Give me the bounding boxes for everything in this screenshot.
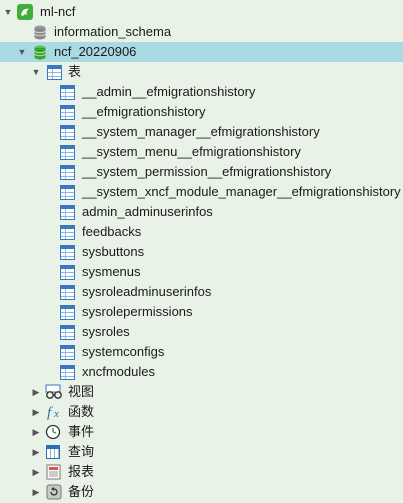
table-icon <box>60 145 75 160</box>
tree-node-connection[interactable]: ▼ ml-ncf <box>0 2 403 22</box>
folder-label: 视图 <box>68 384 95 399</box>
table-row[interactable]: __efmigrationshistory <box>0 102 403 122</box>
table-name: systemconfigs <box>82 344 165 359</box>
table-row[interactable]: xncfmodules <box>0 362 403 382</box>
folder-label: 查询 <box>68 444 95 459</box>
table-row[interactable]: __system_permission__efmigrationshistory <box>0 162 403 182</box>
table-row[interactable]: __system_menu__efmigrationshistory <box>0 142 403 162</box>
svg-text:x: x <box>53 408 59 420</box>
table-name: __system_menu__efmigrationshistory <box>82 144 301 159</box>
chevron-right-icon[interactable]: ▶ <box>31 427 41 437</box>
tree-node-database[interactable]: information_schema <box>0 22 403 42</box>
chevron-down-icon[interactable]: ▼ <box>3 7 13 17</box>
chevron-right-icon[interactable]: ▶ <box>31 407 41 417</box>
table-name: sysroles <box>82 324 130 339</box>
table-name: __system_manager__efmigrationshistory <box>82 124 320 139</box>
chevron-right-icon[interactable]: ▶ <box>31 447 41 457</box>
folder-label: 报表 <box>68 464 95 479</box>
query-grid-icon <box>46 445 60 459</box>
database-label: information_schema <box>54 24 172 39</box>
table-name: __system_xncf_module_manager__efmigratio… <box>82 184 401 199</box>
tree-node-functions-folder[interactable]: ▶ fx 函数 <box>0 402 403 422</box>
table-icon <box>60 345 75 360</box>
table-icon <box>60 205 75 220</box>
report-icon <box>46 464 62 480</box>
database-green-icon <box>34 45 46 60</box>
table-icon <box>60 285 75 300</box>
chevron-right-icon[interactable]: ▶ <box>31 467 41 477</box>
table-icon <box>60 305 75 320</box>
table-icon <box>47 65 62 80</box>
table-icon <box>60 265 75 280</box>
table-row[interactable]: __system_xncf_module_manager__efmigratio… <box>0 182 403 202</box>
table-name: feedbacks <box>82 224 142 239</box>
tree-node-views-folder[interactable]: ▶ 视图 <box>0 382 403 402</box>
table-row[interactable]: __system_manager__efmigrationshistory <box>0 122 403 142</box>
table-name: sysroleadminuserinfos <box>82 284 212 299</box>
event-clock-icon <box>45 424 61 440</box>
table-icon <box>60 325 75 340</box>
table-row[interactable]: admin_adminuserinfos <box>0 202 403 222</box>
chevron-right-icon[interactable]: ▶ <box>31 487 41 497</box>
folder-label: 事件 <box>68 424 95 439</box>
table-icon <box>60 245 75 260</box>
table-name: xncfmodules <box>82 364 155 379</box>
chevron-right-icon[interactable]: ▶ <box>31 387 41 397</box>
table-row[interactable]: systemconfigs <box>0 342 403 362</box>
tree-node-database-selected[interactable]: ▼ ncf_20220906 <box>0 42 403 62</box>
table-row[interactable]: sysbuttons <box>0 242 403 262</box>
table-icon <box>60 165 75 180</box>
table-name: sysrolepermissions <box>82 304 193 319</box>
table-name: __efmigrationshistory <box>82 104 206 119</box>
database-gray-icon <box>34 25 46 40</box>
svg-text:f: f <box>47 405 53 420</box>
folder-label: 表 <box>68 64 82 79</box>
table-row[interactable]: sysmenus <box>0 262 403 282</box>
chevron-down-icon[interactable]: ▼ <box>17 47 27 57</box>
table-name: __admin__efmigrationshistory <box>82 84 256 99</box>
tree-node-events-folder[interactable]: ▶ 事件 <box>0 422 403 442</box>
table-icon <box>60 185 75 200</box>
table-row[interactable]: __admin__efmigrationshistory <box>0 82 403 102</box>
table-name: sysbuttons <box>82 244 145 259</box>
table-icon <box>60 225 75 240</box>
object-tree: ▼ ml-ncf information_schema ▼ ncf_202209… <box>0 0 403 502</box>
table-icon <box>60 85 75 100</box>
table-name: sysmenus <box>82 264 141 279</box>
view-glasses-icon <box>45 384 62 400</box>
tree-node-queries-folder[interactable]: ▶ 查询 <box>0 442 403 462</box>
table-name: admin_adminuserinfos <box>82 204 213 219</box>
table-name: __system_permission__efmigrationshistory <box>82 164 332 179</box>
chevron-down-icon[interactable]: ▼ <box>31 67 41 77</box>
tree-node-reports-folder[interactable]: ▶ 报表 <box>0 462 403 482</box>
table-row[interactable]: feedbacks <box>0 222 403 242</box>
table-row[interactable]: sysrolepermissions <box>0 302 403 322</box>
mysql-dolphin-icon <box>17 4 33 20</box>
tree-node-tables-folder[interactable]: ▼ 表 <box>0 62 403 82</box>
table-icon <box>60 105 75 120</box>
tree-node-backups-folder[interactable]: ▶ 备份 <box>0 482 403 502</box>
database-label: ncf_20220906 <box>54 44 137 59</box>
table-row[interactable]: sysroleadminuserinfos <box>0 282 403 302</box>
backup-icon <box>46 484 62 500</box>
folder-label: 函数 <box>68 404 95 419</box>
table-icon <box>60 365 75 380</box>
table-row[interactable]: sysroles <box>0 322 403 342</box>
function-fx-icon: fx <box>46 404 62 421</box>
folder-label: 备份 <box>68 484 95 499</box>
table-icon <box>60 125 75 140</box>
connection-label: ml-ncf <box>40 4 76 19</box>
